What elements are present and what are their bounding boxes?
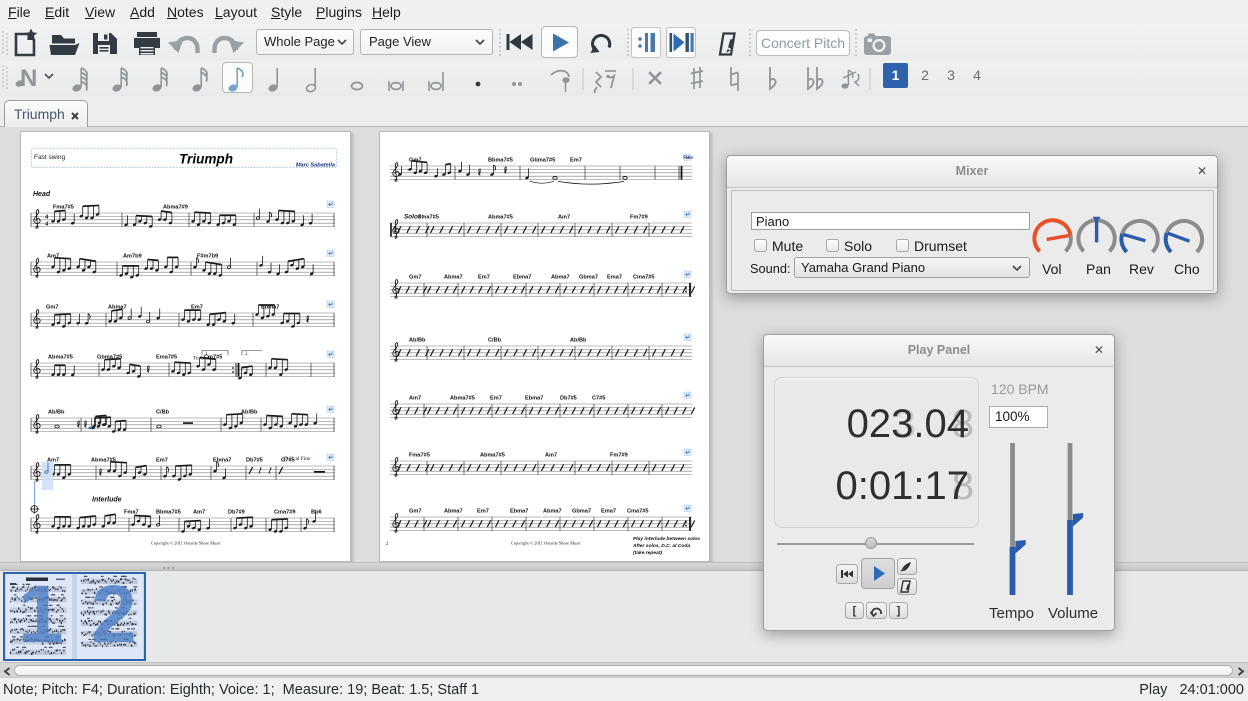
svg-text:C/Bb: C/Bb — [156, 410, 170, 416]
svg-text:Em7: Em7 — [477, 509, 489, 515]
svg-text:Triumph: Triumph — [179, 151, 233, 167]
svg-text:♭: ♭ — [171, 474, 173, 479]
svg-text:Em7: Em7 — [478, 275, 490, 281]
svg-text:♭: ♭ — [268, 426, 270, 431]
svg-text:♭: ♭ — [191, 526, 193, 531]
svg-text:Bb6: Bb6 — [311, 510, 322, 516]
svg-text:Fm7#9: Fm7#9 — [610, 453, 628, 459]
svg-text:Copyright © 2011 Outside Shore: Copyright © 2011 Outside Shore Music — [151, 541, 221, 546]
svg-text:Copyright © 2011 Outside Shore: Copyright © 2011 Outside Shore Music — [511, 541, 581, 546]
svg-text:Ebma7: Ebma7 — [513, 275, 531, 281]
svg-text:♭: ♭ — [142, 472, 144, 477]
svg-text:Am7b9: Am7b9 — [123, 254, 142, 260]
svg-text:Abma7: Abma7 — [444, 275, 463, 281]
svg-text:Abma7#5: Abma7#5 — [48, 355, 73, 361]
svg-text:Em7: Em7 — [156, 458, 168, 464]
svg-text:♭: ♭ — [212, 367, 214, 372]
svg-text:Fma7#5: Fma7#5 — [409, 453, 430, 459]
svg-text:Ema7#5: Ema7#5 — [156, 355, 177, 361]
svg-text:Em7: Em7 — [570, 158, 582, 164]
svg-text:Gm7: Gm7 — [409, 275, 421, 281]
svg-text:Ab/Bb: Ab/Bb — [570, 338, 587, 344]
svg-text:Interlude: Interlude — [92, 497, 122, 504]
svg-text:Gbma7: Gbma7 — [579, 275, 598, 281]
svg-text:Db7#5: Db7#5 — [560, 396, 577, 402]
svg-text:Bbma7#5: Bbma7#5 — [156, 510, 181, 516]
svg-text:Bbma7#5: Bbma7#5 — [488, 158, 513, 164]
svg-text:Am7: Am7 — [545, 453, 557, 459]
svg-text:♭: ♭ — [222, 422, 224, 427]
svg-text:♭: ♭ — [130, 522, 132, 527]
svg-text:D.C. al Fine: D.C. al Fine — [284, 456, 311, 462]
svg-text:♭: ♭ — [249, 524, 251, 529]
svg-text:Abma7#5: Abma7#5 — [450, 396, 475, 402]
svg-text:♭: ♭ — [267, 366, 269, 371]
svg-text:Solos:: Solos: — [404, 214, 424, 221]
svg-text:Play interlude between solos: Play interlude between solos — [633, 536, 700, 542]
svg-text:♭: ♭ — [441, 172, 443, 177]
svg-text:Abma7#5: Abma7#5 — [480, 453, 505, 459]
svg-text:Marc Sabatella: Marc Sabatella — [296, 163, 335, 169]
svg-text:Am7: Am7 — [558, 215, 570, 221]
svg-text:Gm7: Gm7 — [46, 305, 58, 311]
svg-text:Fma7: Fma7 — [124, 510, 139, 516]
svg-text:To Coda: To Coda — [193, 356, 212, 362]
svg-text:N: N — [20, 65, 37, 92]
svg-text:Abma7#5: Abma7#5 — [488, 215, 513, 221]
svg-text:Cma7#5: Cma7#5 — [633, 275, 654, 281]
svg-text:Ema7: Ema7 — [607, 275, 622, 281]
svg-text:Ab/Bb: Ab/Bb — [409, 338, 426, 344]
svg-text:Ebma7: Ebma7 — [510, 509, 528, 515]
svg-text:Ab/Bb: Ab/Bb — [241, 410, 258, 416]
svg-text:4: 4 — [45, 214, 49, 221]
svg-text:Ebma7: Ebma7 — [213, 458, 231, 464]
svg-text:Head: Head — [33, 191, 51, 198]
svg-text:♭: ♭ — [117, 366, 119, 371]
svg-text:Ebma7: Ebma7 — [525, 396, 543, 402]
svg-text:♭: ♭ — [288, 421, 290, 426]
svg-text:Db7#5: Db7#5 — [246, 458, 263, 464]
svg-text:Fast swing: Fast swing — [34, 154, 65, 161]
svg-text:♭: ♭ — [216, 317, 218, 322]
svg-text:Abma7: Abma7 — [543, 509, 562, 515]
svg-text:C7#5: C7#5 — [592, 396, 605, 402]
svg-text:Abma7: Abma7 — [444, 509, 463, 515]
svg-text:C/Bb: C/Bb — [488, 338, 502, 344]
svg-text:F#m7b9: F#m7b9 — [197, 254, 218, 260]
svg-text:Abma7#9: Abma7#9 — [163, 205, 188, 211]
svg-text:Ema7: Ema7 — [601, 509, 616, 515]
svg-text:Gm7: Gm7 — [409, 509, 421, 515]
svg-text:♭: ♭ — [137, 219, 139, 224]
svg-text:♭: ♭ — [407, 167, 409, 172]
svg-text:Gbma7#5: Gbma7#5 — [530, 158, 555, 164]
svg-text:(take repeat): (take repeat) — [633, 550, 662, 556]
svg-text:Gbma7: Gbma7 — [572, 509, 591, 515]
svg-text:2.: 2. — [245, 352, 249, 357]
svg-text:Cma7#5: Cma7#5 — [627, 509, 648, 515]
svg-text:Em7: Em7 — [490, 396, 502, 402]
svg-text:Db7#9: Db7#9 — [228, 510, 245, 516]
svg-text:Ab/Bb: Ab/Bb — [48, 410, 65, 416]
svg-text:After solos, D.C. al Coda: After solos, D.C. al Coda — [632, 543, 690, 549]
svg-text:Abma7: Abma7 — [551, 275, 570, 281]
svg-text:Fine: Fine — [683, 155, 693, 161]
svg-text:Fm7#9: Fm7#9 — [630, 215, 648, 221]
svg-text:Fma7#5: Fma7#5 — [53, 205, 74, 211]
svg-text:♭: ♭ — [118, 316, 120, 321]
svg-text:2: 2 — [386, 542, 389, 547]
svg-text:Cma7#9: Cma7#9 — [274, 510, 295, 516]
svg-text:Am7: Am7 — [409, 396, 421, 402]
svg-text:Am7: Am7 — [193, 510, 205, 516]
svg-text:♭: ♭ — [162, 217, 164, 222]
